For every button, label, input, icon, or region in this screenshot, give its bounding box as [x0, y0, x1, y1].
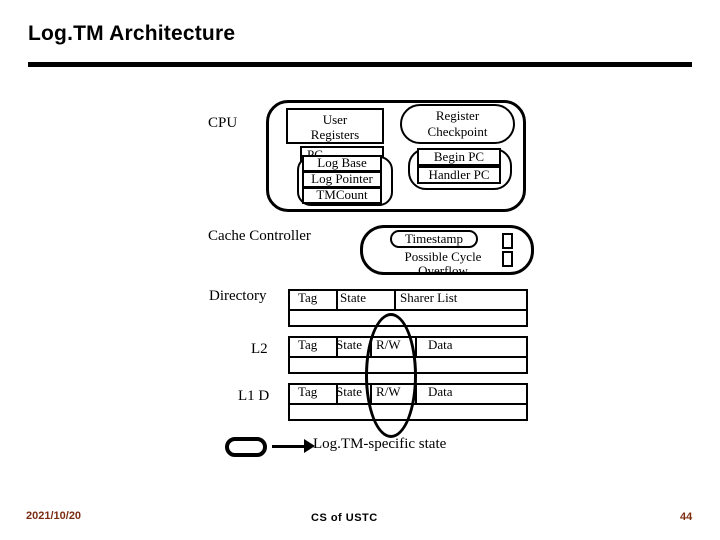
user-registers-line2: Registers	[310, 127, 360, 142]
l1d-header-state: State	[336, 384, 362, 399]
l2-header-state: State	[336, 337, 362, 352]
user-registers-box: User Registers	[286, 108, 384, 144]
legend-label: Log.TM-specific state	[313, 436, 447, 452]
cache-flag-box-2	[502, 251, 513, 267]
directory-header-sharer-list: Sharer List	[400, 290, 458, 305]
directory-header-state: State	[340, 290, 366, 305]
architecture-diagram: CPU Cache Controller Directory L2 L1 D U…	[0, 85, 720, 475]
l2-header-tag: Tag	[298, 337, 318, 352]
user-registers-line1: User	[322, 112, 348, 127]
cache-flag-box-1	[502, 233, 513, 249]
register-checkpoint-line1: Register	[435, 108, 480, 123]
log-base-label: Log Base	[317, 155, 367, 170]
register-checkpoint-line2: Checkpoint	[427, 124, 488, 139]
register-checkpoint-box: Register Checkpoint	[400, 104, 515, 144]
l1d-header-data: Data	[428, 384, 453, 399]
log-base-box: Log Base	[302, 155, 382, 172]
directory-col-divider-1	[336, 291, 338, 309]
page-title: Log.TM Architecture	[28, 22, 236, 45]
legend-pill-shape	[225, 437, 267, 457]
begin-pc-label: Begin PC	[433, 149, 485, 164]
tm-count-box: TMCount	[302, 187, 382, 204]
label-l1d: L1 D	[238, 388, 270, 404]
label-l2: L2	[251, 341, 268, 357]
timestamp-box: Timestamp	[390, 230, 478, 248]
title-divider	[28, 62, 692, 67]
log-pointer-box: Log Pointer	[302, 171, 382, 188]
directory-header-tag: Tag	[298, 290, 318, 305]
log-pointer-label: Log Pointer	[311, 171, 373, 186]
directory-row-divider	[290, 309, 526, 311]
label-cache-controller: Cache Controller	[208, 228, 311, 244]
begin-pc-box: Begin PC	[417, 148, 501, 166]
footer-center-text: CS of USTC	[311, 512, 378, 524]
overflow-label: Overflow	[418, 263, 468, 278]
tm-count-label: TMCount	[316, 187, 368, 202]
footer-date: 2021/10/20	[26, 510, 82, 522]
legend-arrow-line	[272, 445, 308, 448]
l2-header-data: Data	[428, 337, 453, 352]
handler-pc-box: Handler PC	[417, 166, 501, 184]
handler-pc-label: Handler PC	[428, 167, 490, 182]
label-cpu: CPU	[208, 115, 238, 131]
rw-column-highlight-ellipse	[365, 313, 417, 438]
timestamp-label: Timestamp	[404, 231, 464, 246]
slide: Log.TM Architecture CPU Cache Controller…	[0, 0, 720, 540]
l1d-header-tag: Tag	[298, 384, 318, 399]
directory-col-divider-2	[394, 291, 396, 309]
footer-page-number: 44	[680, 511, 693, 523]
label-directory: Directory	[209, 288, 267, 304]
